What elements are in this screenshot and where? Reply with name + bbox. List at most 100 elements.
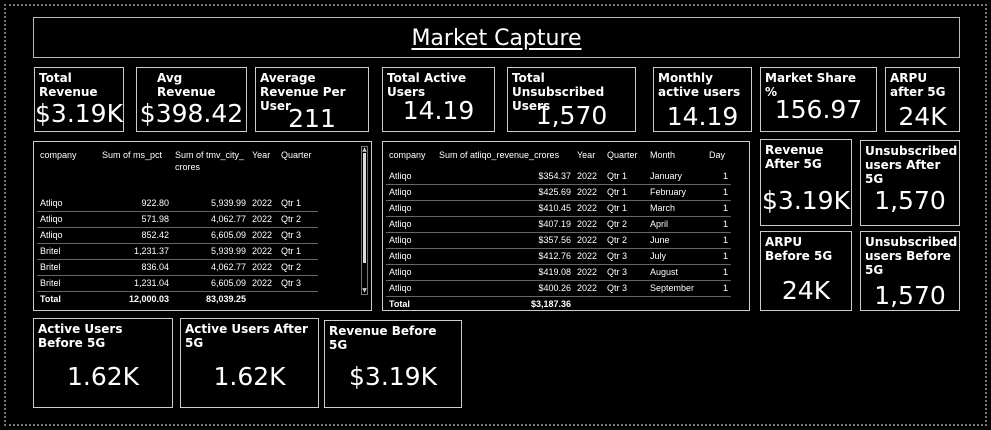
cell-company: Atliqo [386,200,436,217]
cell-day: 1 [706,168,731,185]
cell-quarter: Qtr 2 [278,259,318,276]
cell-company: Atliqo [386,168,436,185]
total-year [574,295,604,312]
table-row: Atliqo $400.26 2022 Qtr 3 September 1 [386,280,731,297]
scroll-thumb[interactable] [363,153,366,263]
cell-company: Britel [37,243,99,260]
cell-revenue: $410.45 [436,200,574,217]
active-before-card[interactable]: Active Users Before 5G 1.62K [33,318,173,408]
scroll-down-icon[interactable]: ▼ [362,288,367,294]
active-before-label: Active Users Before 5G [38,322,123,350]
active-after-label: Active Users After 5G [185,322,308,350]
cell-quarter: Qtr 3 [278,275,318,292]
total-month [647,295,706,312]
active-after-value: 1.62K [213,362,286,391]
revenue-after-card[interactable]: Revenue After 5G $3.19K [760,139,852,226]
header-revenue-crores[interactable]: Sum of atliqo_revenue_crores [436,149,574,168]
active-before-value: 1.62K [66,362,140,391]
avg-rev-per-user-card[interactable]: Average Revenue Per User 211 [255,67,369,133]
cell-day: 1 [706,200,731,217]
total-day [706,295,731,312]
cell-ms-pct: 922.80 [99,195,172,212]
total-year [249,290,278,307]
total-active-users-label: Total Active Users [387,71,467,99]
cell-ms-pct: 836.04 [99,259,172,276]
arpu-after-card[interactable]: ARPU after 5G 24K [885,67,960,132]
monthly-active-label: Monthly active users [658,71,741,99]
cell-company: Atliqo [386,280,436,297]
cell-month: March [647,200,706,217]
header-quarter[interactable]: Quarter [604,149,647,168]
active-after-card[interactable]: Active Users After 5G 1.62K [180,318,319,408]
monthly-active-value: 14.19 [666,102,739,131]
table-row: Atliqo 571.98 4,062.77 2022 Qtr 2 [37,211,318,228]
header-company[interactable]: company [37,149,99,195]
revenue-before-label: Revenue Before 5G [329,324,437,352]
header-quarter[interactable]: Quarter [278,149,318,195]
arpu-before-card[interactable]: ARPU Before 5G 24K [760,231,852,311]
cell-year: 2022 [249,243,278,260]
table-row: Atliqo $412.76 2022 Qtr 3 July 1 [386,248,731,265]
table-scrollbar[interactable]: ▲ ▼ [361,146,368,295]
monthly-active-card[interactable]: Monthly active users 14.19 [653,67,752,132]
cell-year: 2022 [574,216,604,233]
table-row: Atliqo $407.19 2022 Qtr 2 April 1 [386,216,731,233]
avg-revenue-value: $398.42 [139,99,244,128]
market-share-grid: company Sum of ms_pct Sum of tmv_city_cr… [37,149,318,307]
cell-quarter: Qtr 1 [604,200,647,217]
cell-company: Atliqo [386,264,436,281]
cell-revenue: $419.08 [436,264,574,281]
table-row: Atliqo 852.42 6,605.09 2022 Qtr 3 [37,227,318,244]
table-row: Britel 1,231.04 6,605.09 2022 Qtr 3 [37,275,318,292]
cell-revenue: $407.19 [436,216,574,233]
cell-quarter: Qtr 3 [604,280,647,297]
table-total-row: Total $3,187.36 [386,295,731,312]
total-revenue-label: Total Revenue [39,71,98,99]
cell-month: April [647,216,706,233]
cell-month: September [647,280,706,297]
cell-year: 2022 [249,227,278,244]
total-unsubscribed-card[interactable]: Total Unsubscribed Users 1,570 [507,67,636,132]
unsub-after-value: 1,570 [874,186,946,215]
cell-company: Britel [37,275,99,292]
header-year[interactable]: Year [574,149,604,168]
market-share-card[interactable]: Market Share % 156.97 [760,67,877,132]
arpu-after-label: ARPU after 5G [890,71,946,99]
table-total-row: Total 12,000.03 83,039.25 [37,290,318,307]
header-ms-pct[interactable]: Sum of ms_pct [99,149,172,195]
cell-day: 1 [706,248,731,265]
cell-year: 2022 [574,232,604,249]
market-share-value: 156.97 [774,95,863,124]
unsub-before-card[interactable]: Unsubscribed users Before 5G 1,570 [860,231,960,311]
total-active-users-card[interactable]: Total Active Users 14.19 [382,67,495,132]
header-company[interactable]: company [386,149,436,168]
avg-revenue-card[interactable]: Avg Revenue $398.42 [136,67,247,132]
cell-revenue: $400.26 [436,280,574,297]
cell-company: Atliqo [386,232,436,249]
total-revenue-card[interactable]: Total Revenue $3.19K [34,67,124,132]
header-year[interactable]: Year [249,149,278,195]
cell-month: February [647,184,706,201]
unsub-after-card[interactable]: Unsubscribed users After 5G 1,570 [860,140,960,226]
table-row: Atliqo $410.45 2022 Qtr 1 March 1 [386,200,731,217]
cell-year: 2022 [574,184,604,201]
header-tmv-city-crores[interactable]: Sum of tmv_city_crores [172,149,249,195]
total-label: Total [386,295,436,312]
cell-tmv: 4,062.77 [172,259,249,276]
cell-company: Atliqo [37,227,99,244]
header-day[interactable]: Day [706,149,731,168]
unsub-before-label: Unsubscribed users Before 5G [865,235,958,277]
cell-company: Atliqo [386,216,436,233]
header-month[interactable]: Month [647,149,706,168]
total-unsubscribed-value: 1,570 [535,101,608,130]
cell-quarter: Qtr 2 [604,216,647,233]
revenue-before-card[interactable]: Revenue Before 5G $3.19K [324,320,462,408]
cell-revenue: $412.76 [436,248,574,265]
cell-quarter: Qtr 1 [278,243,318,260]
revenue-table[interactable]: company Sum of atliqo_revenue_crores Yea… [382,141,750,312]
revenue-after-label: Revenue After 5G [765,143,824,171]
market-share-table[interactable]: company Sum of ms_pct Sum of tmv_city_cr… [33,141,372,311]
cell-year: 2022 [574,200,604,217]
cell-quarter: Qtr 1 [604,168,647,185]
table-row: Atliqo $357.56 2022 Qtr 2 June 1 [386,232,731,249]
